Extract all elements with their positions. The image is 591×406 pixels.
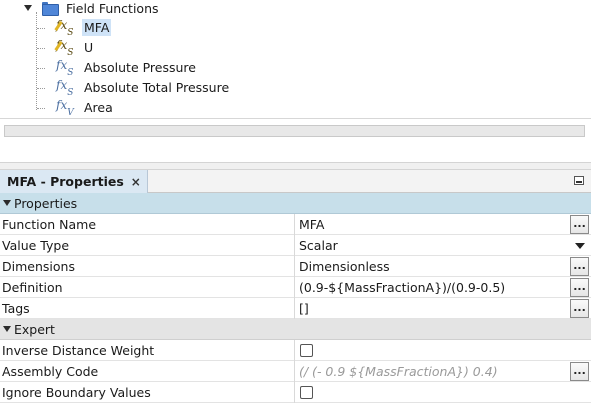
minimize-icon[interactable] (574, 176, 584, 185)
properties-tab-bar: MFA - Properties × (0, 170, 591, 193)
property-name: Function Name (2, 217, 97, 232)
tree-item-label: Absolute Total Pressure (84, 79, 230, 95)
inverse-distance-weight-checkbox[interactable] (300, 344, 313, 357)
dropdown-arrow-icon[interactable] (575, 243, 585, 249)
tab-title: MFA - Properties (7, 174, 124, 189)
property-value[interactable]: [] (299, 298, 309, 319)
properties-table: Properties Function Name MFA ... Value T… (0, 193, 591, 403)
property-value: (/ (- 0.9 ${MassFractionA}) 0.4) (299, 364, 498, 379)
tree-item-label: Absolute Pressure (84, 59, 196, 75)
collapse-arrow-icon[interactable] (3, 326, 11, 332)
tree-item-mfa[interactable]: fxS MFA (56, 17, 112, 38)
property-row-dimensions[interactable]: Dimensions Dimensionless ... (0, 256, 591, 277)
section-header-properties[interactable]: Properties (0, 193, 591, 214)
tree-connector (36, 12, 37, 110)
tree-item-u[interactable]: fxS U (56, 37, 95, 57)
horizontal-scrollbar[interactable] (4, 125, 585, 137)
tab-mfa-properties[interactable]: MFA - Properties × (0, 170, 148, 193)
tree-item-absolute-total-pressure[interactable]: fxS Absolute Total Pressure (56, 77, 231, 97)
property-name: Ignore Boundary Values (2, 385, 151, 400)
folder-label: Field Functions (66, 0, 159, 16)
field-function-scalar-icon: fxS (56, 78, 74, 98)
ellipsis-button[interactable]: ... (570, 278, 589, 297)
collapse-arrow-icon[interactable] (21, 1, 35, 15)
ellipsis-button[interactable]: ... (570, 299, 589, 318)
field-functions-tree: Field Functions fxS MFA fxS U fxS Absolu… (0, 0, 591, 118)
section-header-expert[interactable]: Expert (0, 319, 591, 340)
ellipsis-button[interactable]: ... (570, 215, 589, 234)
user-field-function-scalar-icon: fxS (56, 18, 76, 37)
panel-splitter[interactable] (0, 162, 591, 170)
tree-item-label: MFA (82, 18, 112, 36)
folder-icon (42, 2, 59, 16)
collapse-arrow-icon[interactable] (3, 200, 11, 206)
field-function-vector-icon: fxV (56, 98, 74, 118)
tree-item-area[interactable]: fxV Area (56, 97, 115, 117)
property-row-function-name[interactable]: Function Name MFA ... (0, 214, 591, 235)
ellipsis-button[interactable]: ... (570, 362, 589, 381)
tree-item-label: U (84, 39, 94, 55)
property-value[interactable]: Scalar (299, 235, 338, 256)
section-title: Expert (14, 321, 55, 337)
tree-scroll-area (0, 118, 591, 162)
field-function-scalar-icon: fxS (56, 58, 74, 78)
property-value[interactable]: (0.9-${MassFractionA})/(0.9-0.5) (299, 277, 505, 298)
property-name: Value Type (2, 238, 70, 253)
tree-item-absolute-pressure[interactable]: fxS Absolute Pressure (56, 57, 198, 77)
property-row-definition[interactable]: Definition (0.9-${MassFractionA})/(0.9-0… (0, 277, 591, 298)
property-name: Tags (2, 301, 30, 316)
property-name: Assembly Code (2, 364, 99, 379)
property-name: Inverse Distance Weight (2, 343, 155, 358)
property-name: Dimensions (2, 259, 75, 274)
close-icon[interactable]: × (131, 175, 141, 189)
property-name: Definition (2, 280, 63, 295)
property-row-inverse-distance-weight[interactable]: Inverse Distance Weight (0, 340, 591, 361)
tree-folder-field-functions[interactable]: Field Functions (21, 0, 161, 18)
property-value[interactable]: Dimensionless (299, 256, 390, 277)
property-row-assembly-code[interactable]: Assembly Code (/ (- 0.9 ${MassFractionA}… (0, 361, 591, 382)
ellipsis-button[interactable]: ... (570, 257, 589, 276)
section-title: Properties (14, 195, 78, 211)
property-value[interactable]: MFA (299, 214, 324, 235)
ignore-boundary-values-checkbox[interactable] (300, 386, 313, 399)
property-row-tags[interactable]: Tags [] ... (0, 298, 591, 319)
property-row-ignore-boundary-values[interactable]: Ignore Boundary Values (0, 382, 591, 403)
user-field-function-scalar-icon: fxS (56, 38, 76, 57)
property-row-value-type[interactable]: Value Type Scalar (0, 235, 591, 256)
tree-item-label: Area (84, 99, 113, 115)
